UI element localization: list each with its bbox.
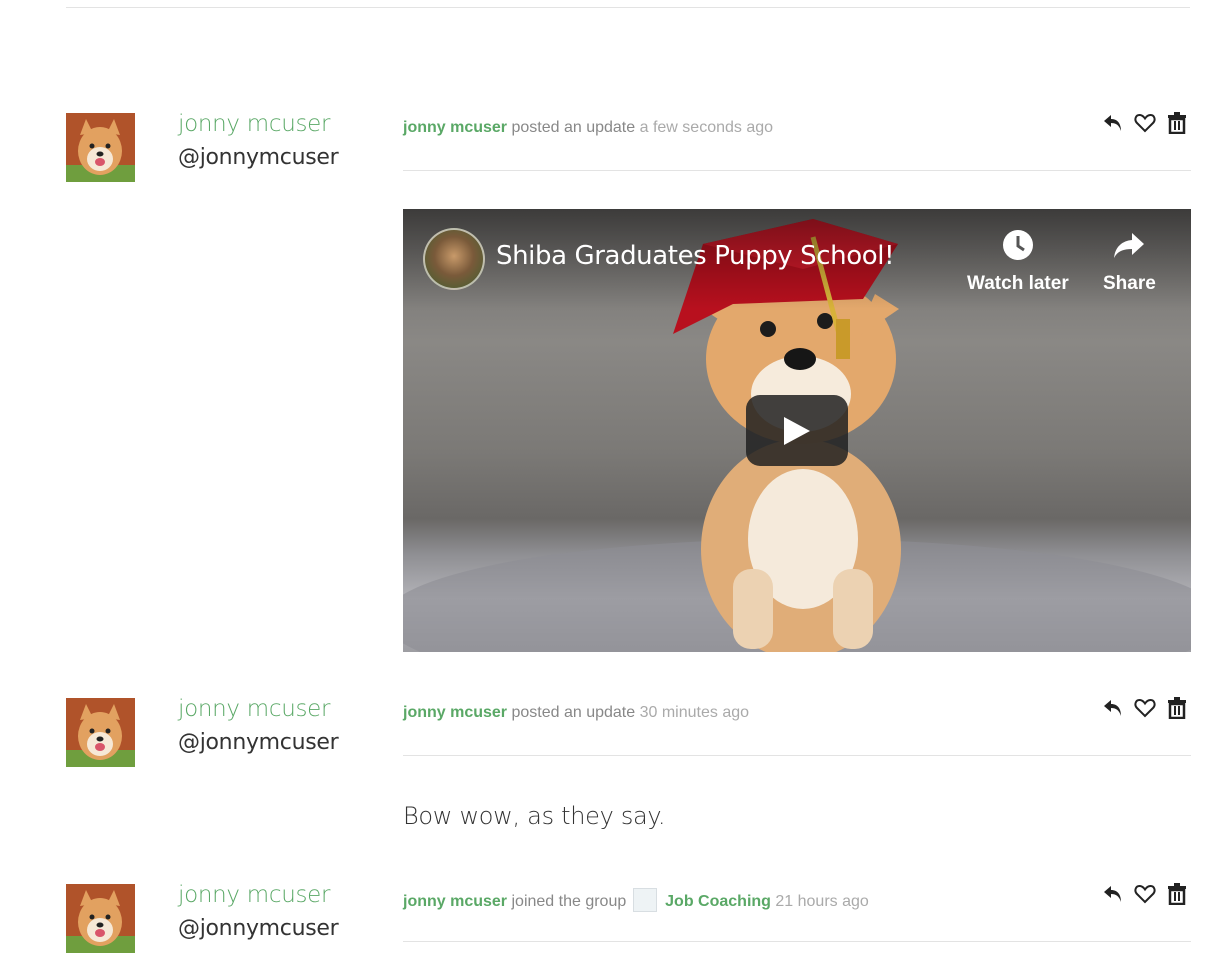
- avatar[interactable]: [66, 698, 135, 767]
- timestamp[interactable]: 21 hours ago: [775, 893, 868, 910]
- activity-meta: jonny mcuser joined the group Job Coachi…: [403, 888, 869, 914]
- timestamp[interactable]: 30 minutes ago: [640, 704, 749, 721]
- activity-divider: [403, 170, 1191, 171]
- reply-icon: [1104, 700, 1121, 716]
- watch-later-label: Watch later: [967, 273, 1069, 294]
- reply-button[interactable]: [1100, 695, 1126, 721]
- activity-actions: [1100, 881, 1190, 907]
- trash-icon: [1168, 697, 1186, 719]
- share-arrow-icon: [1114, 233, 1145, 258]
- activity-actions: [1100, 110, 1190, 136]
- activity-meta: jonny mcuser posted an update 30 minutes…: [403, 704, 749, 722]
- delete-button[interactable]: [1164, 881, 1190, 907]
- top-divider: [66, 7, 1190, 8]
- reply-button[interactable]: [1100, 881, 1126, 907]
- activity-divider: [403, 755, 1191, 756]
- timestamp[interactable]: a few seconds ago: [640, 119, 773, 136]
- avatar[interactable]: [66, 884, 135, 953]
- shiba-avatar-image: [66, 698, 135, 767]
- heart-icon: [1134, 113, 1156, 133]
- shiba-avatar-image: [66, 884, 135, 953]
- play-icon: [784, 416, 810, 445]
- avatar[interactable]: [66, 113, 135, 182]
- delete-button[interactable]: [1164, 110, 1190, 136]
- favorite-button[interactable]: [1132, 110, 1158, 136]
- reply-button[interactable]: [1100, 110, 1126, 136]
- trash-icon: [1168, 883, 1186, 905]
- watch-later-button[interactable]: Watch later: [967, 229, 1069, 295]
- channel-avatar[interactable]: [423, 228, 485, 290]
- shiba-avatar-image: [66, 113, 135, 182]
- share-button[interactable]: Share: [1103, 229, 1156, 295]
- group-avatar[interactable]: [632, 888, 657, 912]
- share-label: Share: [1103, 273, 1156, 294]
- user-handle: @jonnymcuser: [178, 916, 339, 941]
- trash-icon: [1168, 112, 1186, 134]
- user-name-link[interactable]: jonny mcuser: [178, 111, 330, 137]
- clock-icon: [1002, 230, 1033, 260]
- favorite-button[interactable]: [1132, 695, 1158, 721]
- action-text: posted an update: [511, 119, 636, 136]
- heart-icon: [1134, 884, 1156, 904]
- play-button[interactable]: [746, 395, 848, 466]
- actor-link[interactable]: jonny mcuser: [403, 893, 507, 910]
- video-title-link[interactable]: Shiba Graduates Puppy School!: [496, 241, 894, 271]
- delete-button[interactable]: [1164, 695, 1190, 721]
- user-handle: @jonnymcuser: [178, 730, 339, 755]
- reply-icon: [1104, 115, 1121, 131]
- heart-icon: [1134, 698, 1156, 718]
- activity-meta: jonny mcuser posted an update a few seco…: [403, 119, 773, 137]
- actor-link[interactable]: jonny mcuser: [403, 704, 507, 721]
- video-embed[interactable]: Shiba Graduates Puppy School! Watch late…: [403, 209, 1191, 652]
- action-text: joined the group: [511, 893, 627, 911]
- group-link[interactable]: Job Coaching: [665, 893, 771, 910]
- post-content: Bow wow, as they say.: [403, 802, 666, 830]
- user-handle: @jonnymcuser: [178, 145, 339, 170]
- user-name-link[interactable]: jonny mcuser: [178, 882, 330, 908]
- activity-divider: [403, 941, 1191, 942]
- action-text: posted an update: [511, 704, 636, 721]
- favorite-button[interactable]: [1132, 881, 1158, 907]
- activity-actions: [1100, 695, 1190, 721]
- reply-icon: [1104, 886, 1121, 902]
- actor-link[interactable]: jonny mcuser: [403, 119, 507, 136]
- user-name-link[interactable]: jonny mcuser: [178, 696, 330, 722]
